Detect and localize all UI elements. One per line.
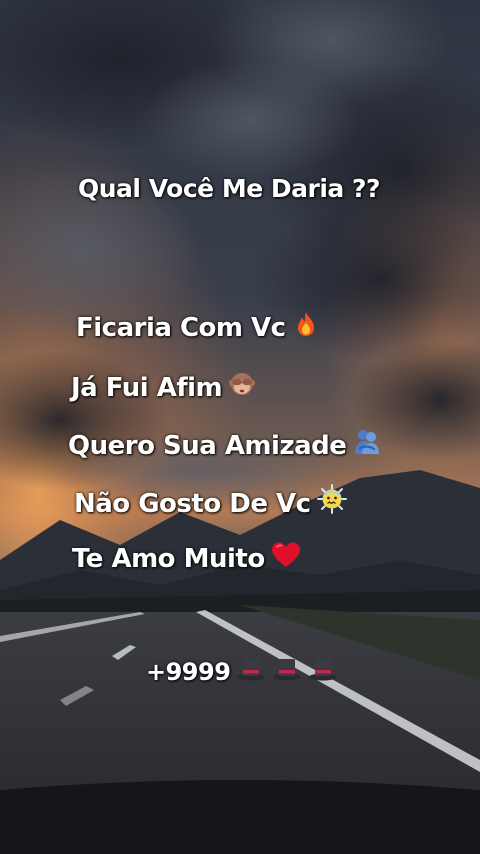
count-label: +9999 (146, 658, 231, 686)
top-hat-icon (308, 656, 338, 682)
see-no-evil-monkey-icon (228, 370, 256, 398)
story-frame: Qual Você Me Daria ?? Ficaria Com Vc Já … (0, 0, 480, 854)
option-label: Não Gosto De Vc (74, 489, 311, 519)
option-label: Ficaria Com Vc (76, 313, 286, 343)
question-title: Qual Você Me Daria ?? (78, 174, 380, 203)
option-quero-sua-amizade: Quero Sua Amizade (68, 426, 382, 461)
red-heart-icon (271, 541, 301, 569)
people-hugging-icon (352, 426, 382, 456)
option-nao-gosto: Não Gosto De Vc (74, 484, 347, 519)
reactions-count: +9999 (146, 656, 338, 686)
option-label: Te Amo Muito (72, 544, 265, 574)
option-ficaria: Ficaria Com Vc (76, 310, 320, 343)
option-label: Já Fui Afim (71, 373, 223, 403)
option-ja-fui-afim: Já Fui Afim (71, 370, 256, 403)
top-hat-icon (272, 656, 302, 682)
fire-icon (292, 310, 320, 338)
cold-face-icon (316, 484, 347, 514)
option-label: Quero Sua Amizade (68, 431, 347, 461)
top-hat-icon (236, 656, 266, 682)
option-te-amo-muito: Te Amo Muito (72, 541, 301, 574)
